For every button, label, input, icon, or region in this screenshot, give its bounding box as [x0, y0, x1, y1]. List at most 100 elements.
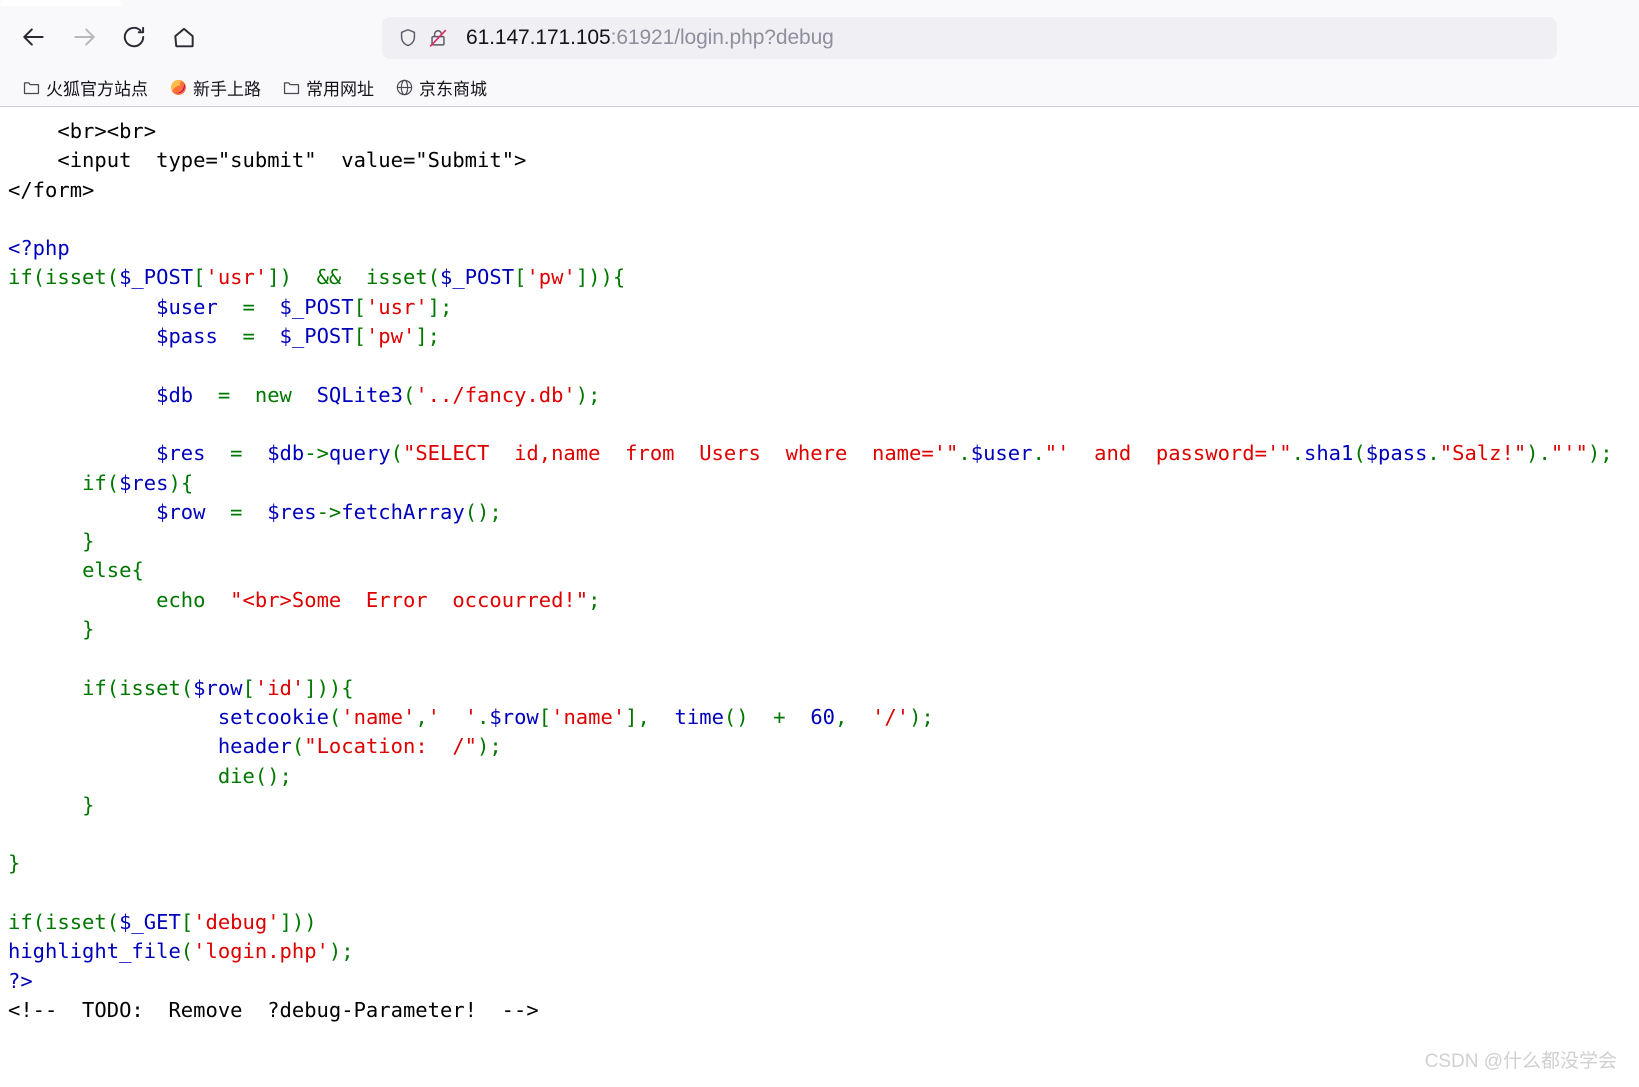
shield-icon[interactable] — [394, 24, 422, 52]
bookmark-item-common-sites[interactable]: 常用网址 — [274, 73, 381, 101]
back-arrow-icon — [23, 28, 44, 46]
forward-button[interactable] — [64, 17, 104, 57]
code-token: "' and password='" — [1044, 441, 1292, 466]
code-token: isset — [119, 675, 181, 700]
code-token: fetchArray — [341, 499, 465, 524]
code-token: 60 — [810, 704, 836, 729]
code-token: $row — [489, 704, 539, 729]
code-token: -> — [316, 499, 342, 524]
code-token: { — [341, 675, 354, 700]
code-token: } — [82, 529, 95, 554]
globe-icon — [394, 77, 414, 97]
bookmark-item-jd[interactable]: 京东商城 — [387, 73, 494, 101]
code-token: ( — [402, 382, 416, 407]
forward-arrow-icon — [74, 28, 95, 46]
code-token: isset — [45, 265, 107, 290]
code-token: if — [8, 265, 33, 290]
code-token: ); — [575, 382, 601, 407]
code-token: $res — [156, 441, 206, 466]
code-token: 'usr' — [205, 265, 268, 290]
code-token: ( — [106, 265, 120, 290]
code-token: "'" — [1550, 441, 1588, 466]
url-host: 61.147.171.105 — [466, 26, 611, 49]
code-token: highlight_file — [8, 939, 181, 964]
code-token: sha1 — [1303, 441, 1354, 466]
code-token: ])) — [304, 675, 342, 700]
home-button[interactable] — [164, 17, 204, 57]
code-token: ])) — [279, 910, 317, 935]
code-token: ], — [625, 704, 675, 729]
code-token: die — [217, 763, 255, 788]
code-token: query — [328, 441, 391, 466]
code-token: ( — [180, 675, 194, 700]
code-token: , — [415, 704, 428, 729]
code-token: } — [8, 851, 21, 876]
code-token: ' ' — [427, 704, 478, 729]
code-token: $user — [156, 294, 218, 319]
code-token: 'debug' — [193, 910, 280, 935]
code-token: = — [193, 382, 255, 407]
code-token: $_POST — [119, 265, 194, 290]
code-token: ( — [180, 939, 194, 964]
code-token: && — [316, 265, 342, 290]
code-token: ]; — [427, 294, 453, 319]
code-token: SQLite3 — [316, 382, 403, 407]
code-token: <!-- TODO: Remove ?debug-Parameter! --> — [8, 997, 539, 1022]
code-token: ?> — [8, 968, 33, 993]
home-icon — [174, 27, 194, 48]
code-token: </form> — [8, 177, 95, 202]
code-token: ( — [32, 265, 46, 290]
code-token: $res — [119, 470, 169, 495]
code-token: } — [82, 792, 95, 817]
code-token: $row — [193, 675, 243, 700]
code-token: "Location: /" — [304, 734, 478, 759]
code-token: $user — [970, 441, 1033, 466]
code-token: ( — [328, 704, 342, 729]
folder-icon — [21, 77, 41, 97]
firefox-logo-icon — [168, 77, 188, 97]
code-token: 'name' — [341, 704, 416, 729]
code-token: . — [958, 441, 971, 466]
code-token: ); — [477, 734, 502, 759]
reload-button[interactable] — [114, 17, 154, 57]
code-token: isset — [45, 910, 107, 935]
code-token: ; — [588, 587, 601, 612]
code-token: ); — [328, 939, 354, 964]
browser-window: 61.147.171.105:61921/login.php?debug 火狐官… — [0, 0, 1639, 1087]
code-token: <br><br> — [57, 119, 157, 143]
code-token: -> — [304, 441, 329, 466]
code-token: if — [8, 910, 33, 935]
url-path: :61921/login.php?debug — [610, 26, 834, 49]
code-token: [ — [514, 265, 527, 290]
code-token: '../fancy.db' — [415, 382, 576, 407]
page-content: <br><br> <input type="submit" value="Sub… — [0, 107, 1639, 1087]
highlighted-source-code: <br><br> <input type="submit" value="Sub… — [8, 117, 1639, 1025]
code-token: $_POST — [279, 294, 354, 319]
code-token: ( — [1353, 441, 1366, 466]
back-button[interactable] — [14, 17, 54, 57]
code-token: new — [254, 382, 292, 407]
code-token: 'pw' — [526, 265, 576, 290]
code-token: "SELECT id,name from Users where name='" — [402, 441, 959, 466]
code-token: [ — [353, 294, 366, 319]
bookmark-item-firefox-official[interactable]: 火狐官方站点 — [14, 73, 155, 101]
code-token: { — [131, 558, 144, 583]
bookmark-item-getting-started[interactable]: 新手上路 — [161, 73, 268, 101]
code-token: ( — [291, 734, 305, 759]
code-token: . — [1291, 441, 1304, 466]
code-token: <input type="submit" value="Submit"> — [57, 148, 527, 173]
code-token: ] — [267, 265, 280, 290]
address-bar[interactable]: 61.147.171.105:61921/login.php?debug — [382, 17, 1557, 59]
code-token: '/' — [872, 704, 910, 729]
code-token: } — [82, 617, 95, 642]
insecure-lock-icon[interactable] — [424, 24, 452, 52]
reload-icon — [123, 26, 145, 48]
code-token: 'pw' — [365, 324, 416, 349]
code-token: . — [1538, 441, 1551, 466]
code-token: ); — [909, 704, 934, 729]
url-text: 61.147.171.105:61921/login.php?debug — [466, 26, 834, 50]
code-token: ( — [106, 470, 120, 495]
code-token: ]; — [415, 324, 441, 349]
